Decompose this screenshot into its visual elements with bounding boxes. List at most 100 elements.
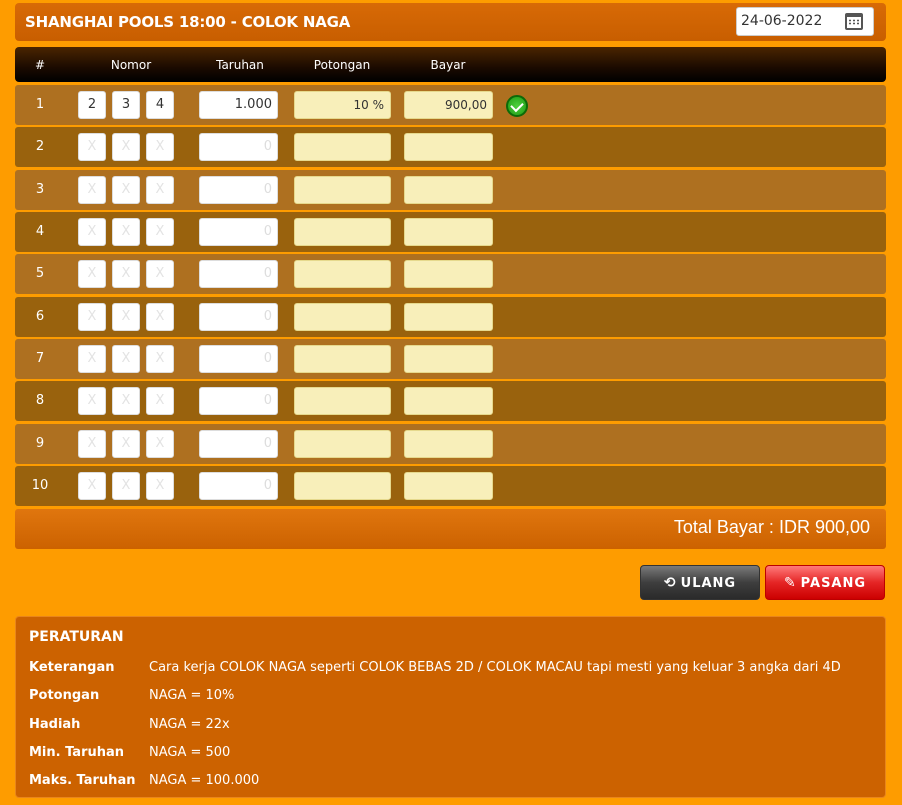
rule-label: Hadiah (29, 717, 81, 732)
digit-input[interactable]: X (146, 430, 174, 458)
bayar-field (404, 472, 493, 500)
digit-input[interactable]: X (78, 387, 106, 415)
digit-input[interactable]: 2 (78, 91, 106, 119)
row-index: 7 (35, 351, 45, 366)
page-title: SHANGHAI POOLS 18:00 - COLOK NAGA (25, 13, 351, 31)
bayar-field: 900,00 (404, 91, 493, 119)
column-header-taruhan: Taruhan (216, 58, 264, 72)
taruhan-input[interactable]: 0 (199, 430, 278, 458)
table-header: # Nomor Taruhan Potongan Bayar (15, 47, 886, 82)
digit-input[interactable]: 3 (112, 91, 140, 119)
potongan-field (294, 133, 391, 161)
digit-input[interactable]: X (146, 260, 174, 288)
date-picker[interactable]: 24-06-2022 (736, 7, 874, 36)
digit-input[interactable]: X (78, 345, 106, 373)
potongan-field (294, 345, 391, 373)
taruhan-input[interactable]: 0 (199, 260, 278, 288)
bayar-field (404, 387, 493, 415)
row-index: 10 (31, 478, 49, 493)
digit-input[interactable]: X (146, 218, 174, 246)
rule-value: NAGA = 22x (149, 717, 230, 732)
potongan-field (294, 176, 391, 204)
rules-panel: PERATURAN Keterangan Cara kerja COLOK NA… (15, 616, 886, 798)
digit-input[interactable]: X (78, 430, 106, 458)
digit-input[interactable]: X (146, 472, 174, 500)
row-index: 9 (35, 436, 45, 451)
taruhan-input[interactable]: 0 (199, 176, 278, 204)
ulang-label: ULANG (680, 576, 737, 591)
table-row: 3XXX0 (15, 170, 886, 210)
taruhan-input[interactable]: 0 (199, 345, 278, 373)
taruhan-input[interactable]: 0 (199, 387, 278, 415)
digit-input[interactable]: 4 (146, 91, 174, 119)
rule-value: Cara kerja COLOK NAGA seperti COLOK BEBA… (149, 660, 841, 675)
bayar-field (404, 430, 493, 458)
digit-input[interactable]: X (112, 472, 140, 500)
taruhan-input[interactable]: 1.000 (199, 91, 278, 119)
potongan-field (294, 218, 391, 246)
total-bar: Total Bayar : IDR 900,00 (15, 509, 886, 549)
potongan-field (294, 430, 391, 458)
edit-icon: ✎ (783, 575, 797, 591)
potongan-field: 10 % (294, 91, 391, 119)
taruhan-input[interactable]: 0 (199, 303, 278, 331)
bayar-field (404, 260, 493, 288)
digit-input[interactable]: X (112, 387, 140, 415)
digit-input[interactable]: X (146, 387, 174, 415)
digit-input[interactable]: X (146, 345, 174, 373)
digit-input[interactable]: X (78, 260, 106, 288)
bayar-field (404, 303, 493, 331)
column-header-nomor: Nomor (110, 58, 152, 72)
digit-input[interactable]: X (78, 303, 106, 331)
rule-label: Min. Taruhan (29, 745, 125, 760)
rules-title: PERATURAN (29, 629, 124, 645)
digit-input[interactable]: X (112, 218, 140, 246)
potongan-field (294, 260, 391, 288)
date-value: 24-06-2022 (741, 13, 823, 29)
bayar-field (404, 218, 493, 246)
row-index: 4 (35, 224, 45, 239)
bayar-field (404, 176, 493, 204)
table-row: 5XXX0 (15, 254, 886, 294)
digit-input[interactable]: X (78, 472, 106, 500)
pasang-label: PASANG (800, 576, 867, 591)
row-index: 5 (35, 266, 45, 281)
digit-input[interactable]: X (112, 303, 140, 331)
table-row: 1 2 3 4 1.000 10 % 900,00 (15, 85, 886, 125)
digit-input[interactable]: X (112, 176, 140, 204)
potongan-field (294, 387, 391, 415)
bayar-field (404, 345, 493, 373)
taruhan-input[interactable]: 0 (199, 472, 278, 500)
digit-input[interactable]: X (112, 345, 140, 373)
rule-label: Maks. Taruhan (29, 773, 136, 788)
potongan-field (294, 303, 391, 331)
column-header-bayar: Bayar (430, 58, 466, 72)
table-row: 4XXX0 (15, 212, 886, 252)
taruhan-input[interactable]: 0 (199, 133, 278, 161)
column-header-potongan: Potongan (313, 58, 371, 72)
rule-label: Keterangan (29, 660, 115, 675)
rule-value: NAGA = 10% (149, 688, 235, 703)
check-circle-icon (506, 95, 528, 117)
rule-value: NAGA = 100.000 (149, 773, 260, 788)
ulang-button[interactable]: ⟲ ULANG (640, 565, 760, 600)
digit-input[interactable]: X (112, 133, 140, 161)
digit-input[interactable]: X (112, 430, 140, 458)
digit-input[interactable]: X (146, 303, 174, 331)
table-row: 7XXX0 (15, 339, 886, 379)
pasang-button[interactable]: ✎ PASANG (765, 565, 885, 600)
digit-input[interactable]: X (146, 176, 174, 204)
digit-input[interactable]: X (78, 133, 106, 161)
table-row: 6XXX0 (15, 297, 886, 337)
total-bayar: Total Bayar : IDR 900,00 (673, 517, 870, 537)
row-index: 2 (35, 139, 45, 154)
digit-input[interactable]: X (146, 133, 174, 161)
column-header-index: # (34, 58, 46, 72)
calendar-icon[interactable] (845, 13, 863, 30)
digit-input[interactable]: X (112, 260, 140, 288)
taruhan-input[interactable]: 0 (199, 218, 278, 246)
digit-input[interactable]: X (78, 176, 106, 204)
potongan-field (294, 472, 391, 500)
refresh-icon: ⟲ (663, 575, 677, 591)
digit-input[interactable]: X (78, 218, 106, 246)
